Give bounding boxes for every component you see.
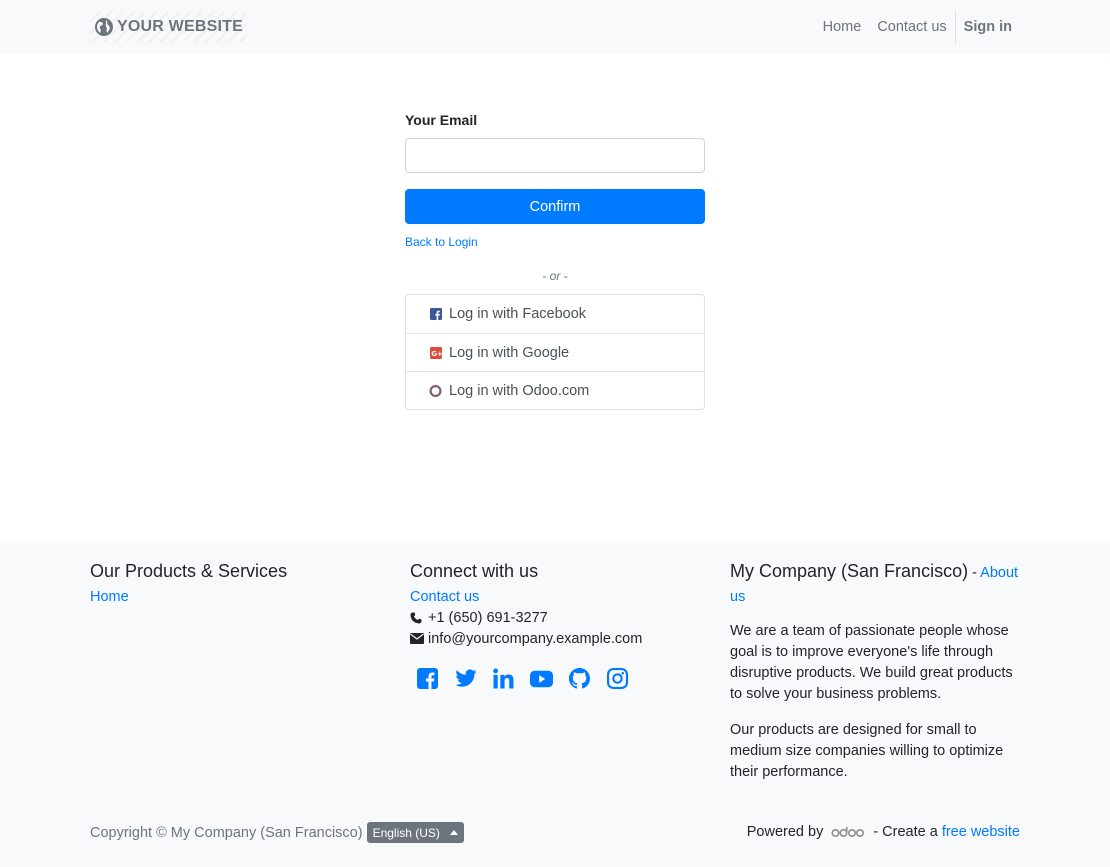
- footer-company-heading: My Company (San Francisco) - About us: [730, 560, 1020, 608]
- create-text: - Create a: [873, 824, 938, 840]
- phone-icon: [410, 612, 424, 624]
- footer-company-name: My Company (San Francisco): [730, 561, 969, 581]
- footer-connect-column: Connect with us Contact us +1 (650) 691-…: [410, 560, 710, 690]
- instagram-icon[interactable]: [606, 667, 629, 690]
- copyright-text: Copyright © My Company (San Francisco): [90, 824, 363, 841]
- top-navbar: YOUR WEBSITE Home Contact us Sign in: [0, 0, 1110, 53]
- odoo-logo-icon[interactable]: [831, 826, 865, 838]
- heading-dash: -: [968, 565, 981, 581]
- confirm-button[interactable]: Confirm: [405, 189, 705, 224]
- odoo-circle-icon: [429, 384, 442, 397]
- oauth-google-link[interactable]: G+ Log in with Google: [406, 333, 704, 371]
- reset-password-form: Your Email Confirm Back to Login - or - …: [405, 112, 705, 410]
- envelope-icon: [410, 633, 424, 644]
- social-links: [416, 667, 710, 690]
- footer-company-target: Our products are designed for small to m…: [730, 722, 1004, 780]
- free-website-link[interactable]: free website: [942, 824, 1020, 840]
- oauth-facebook-link[interactable]: Log in with Facebook: [406, 295, 704, 333]
- nav-contact-link[interactable]: Contact us: [869, 19, 954, 35]
- google-plus-icon: G+: [429, 346, 442, 359]
- linkedin-icon[interactable]: [492, 667, 515, 690]
- footer-company-column: My Company (San Francisco) - About us We…: [730, 560, 1020, 783]
- facebook-icon[interactable]: [416, 667, 439, 690]
- footer-products-title: Our Products & Services: [90, 561, 288, 581]
- caret-up-icon: [449, 830, 458, 835]
- youtube-icon[interactable]: [530, 667, 553, 690]
- footer-phone-text: +1 (650) 691-3277: [428, 609, 548, 626]
- oauth-provider-list: Log in with Facebook G+ Log in with Goog…: [405, 294, 705, 410]
- footer-email: info@yourcompany.example.com: [410, 630, 710, 647]
- powered-by-text: Powered by: [746, 824, 824, 840]
- nav-home-link[interactable]: Home: [815, 19, 870, 35]
- footer-products-column: Our Products & Services Home: [90, 560, 390, 605]
- email-input[interactable]: [405, 138, 705, 173]
- footer-connect-title: Connect with us: [410, 561, 539, 581]
- oauth-odoo-link[interactable]: Log in with Odoo.com: [406, 371, 704, 409]
- site-footer: Our Products & Services Home Connect wit…: [0, 543, 1110, 867]
- or-separator: - or -: [542, 269, 568, 283]
- site-logo[interactable]: YOUR WEBSITE: [90, 12, 247, 42]
- nav-signin-link[interactable]: Sign in: [956, 19, 1020, 35]
- copyright-bar: Copyright © My Company (San Francisco) E…: [90, 822, 464, 843]
- email-label: Your Email: [405, 112, 478, 128]
- main-nav: Home Contact us Sign in: [815, 10, 1020, 44]
- facebook-icon: [429, 308, 442, 321]
- footer-email-text: info@yourcompany.example.com: [428, 630, 643, 647]
- twitter-icon[interactable]: [454, 667, 477, 690]
- language-selector[interactable]: English (US): [366, 822, 464, 843]
- oauth-label: Log in with Facebook: [449, 306, 587, 322]
- language-label: English (US): [372, 825, 440, 840]
- footer-company-description: We are a team of passionate people whose…: [730, 623, 1013, 702]
- globe-icon: [94, 17, 114, 37]
- back-to-login-link[interactable]: Back to Login: [405, 235, 705, 249]
- footer-phone: +1 (650) 691-3277: [410, 609, 710, 626]
- oauth-label: Log in with Odoo.com: [449, 382, 590, 399]
- svg-text:G+: G+: [431, 349, 442, 357]
- github-icon[interactable]: [568, 667, 591, 690]
- powered-by: Powered by - Create a free website: [747, 824, 1020, 840]
- footer-contact-link[interactable]: Contact us: [410, 589, 710, 605]
- oauth-label: Log in with Google: [449, 344, 570, 361]
- footer-home-link[interactable]: Home: [90, 589, 390, 605]
- logo-text: YOUR WEBSITE: [117, 18, 243, 35]
